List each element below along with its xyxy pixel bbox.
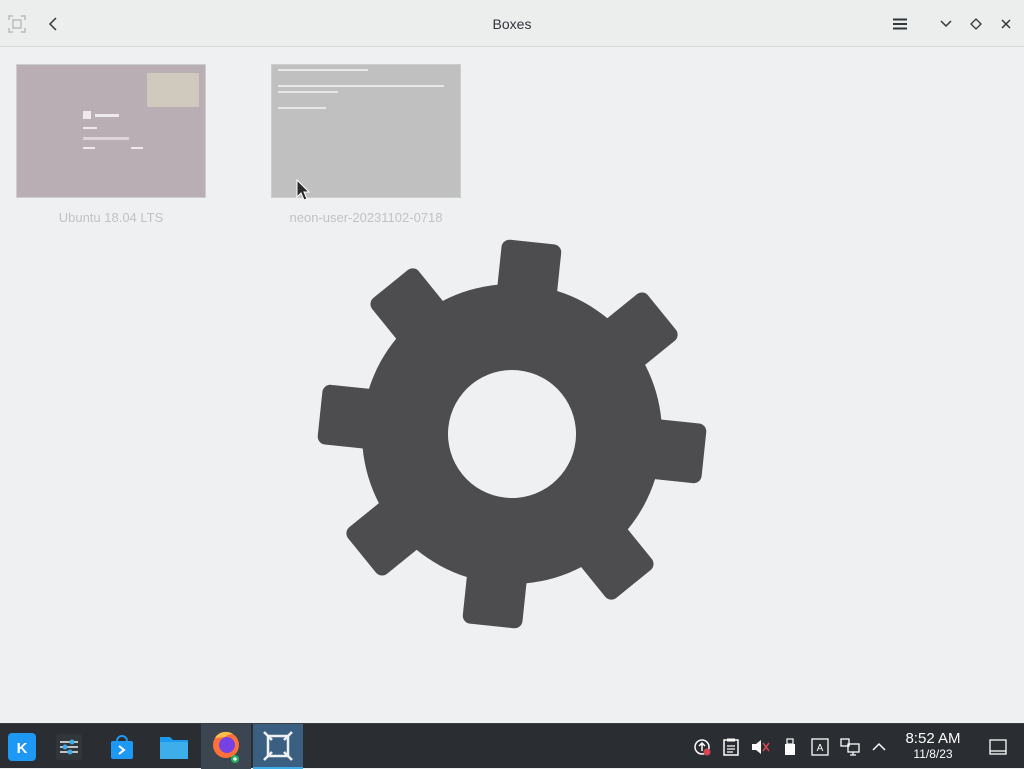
tray-volume[interactable] [750, 737, 770, 757]
tray-expand-icon [872, 742, 886, 751]
tray-network[interactable] [840, 737, 860, 757]
ubuntu-login-screen-thumbnail [83, 73, 199, 149]
tray-clipboard[interactable] [721, 737, 741, 757]
show-desktop-button[interactable] [988, 737, 1008, 757]
maximize-icon [970, 18, 982, 30]
usb-device-icon [785, 738, 795, 755]
taskbar: K A 8:52 AM 11/8/23 [0, 723, 1024, 769]
menu-icon [893, 18, 907, 30]
dolphin-icon [160, 736, 188, 759]
close-button[interactable] [991, 9, 1021, 39]
select-icon [8, 15, 26, 33]
box-item[interactable]: Ubuntu 18.04 LTS [16, 64, 206, 225]
taskbar-item-system-settings[interactable] [44, 724, 94, 769]
tray-expand-button[interactable] [869, 737, 889, 757]
tray-keyboard-layout[interactable]: A [810, 737, 830, 757]
taskbar-item-discover[interactable] [97, 724, 147, 769]
firefox-icon [213, 731, 239, 763]
window-title: Boxes [492, 15, 532, 32]
network-icon [840, 738, 860, 756]
show-desktop-icon [989, 739, 1007, 755]
clock-time: 8:52 AM [905, 730, 961, 747]
clipboard-icon [723, 738, 739, 756]
gear-icon [304, 226, 720, 642]
back-button[interactable] [39, 9, 69, 39]
kde-launcher-icon: K [8, 732, 36, 761]
volume-muted-icon [752, 740, 770, 754]
taskbar-item-boxes[interactable] [253, 724, 303, 769]
svg-text:A: A [817, 743, 824, 754]
digital-clock[interactable]: 8:52 AM 11/8/23 [896, 730, 970, 761]
taskbar-item-firefox[interactable] [201, 724, 251, 769]
mouse-cursor-icon [296, 179, 310, 201]
box-thumbnail [271, 64, 461, 198]
box-thumbnail [16, 64, 206, 198]
menu-button[interactable] [885, 9, 915, 39]
header-bar: Boxes [0, 0, 1024, 47]
application-launcher-button[interactable]: K [0, 724, 44, 769]
system-settings-icon [56, 733, 82, 760]
box-name: Ubuntu 18.04 LTS [58, 210, 164, 225]
close-icon [1001, 19, 1011, 29]
maximize-button[interactable] [961, 9, 991, 39]
minimize-icon [940, 20, 952, 28]
back-icon [48, 17, 57, 31]
box-name: neon-user-20231102-0718 [289, 210, 443, 225]
taskbar-item-dolphin[interactable] [149, 724, 199, 769]
updates-icon [694, 739, 711, 756]
tray-updates[interactable] [692, 737, 712, 757]
minimize-button[interactable] [931, 9, 961, 39]
svg-text:K: K [17, 740, 28, 757]
keyboard-layout-icon: A [811, 738, 829, 756]
clock-date: 11/8/23 [913, 747, 953, 761]
neon-console-thumbnail [278, 69, 444, 109]
boxes-collection-view: Ubuntu 18.04 LTS neon-user-20231102-0718 [0, 48, 1024, 723]
select-mode-button[interactable] [2, 9, 32, 39]
boxes-icon [263, 730, 293, 761]
tray-device-notifier[interactable] [780, 737, 800, 757]
discover-icon [111, 734, 133, 759]
